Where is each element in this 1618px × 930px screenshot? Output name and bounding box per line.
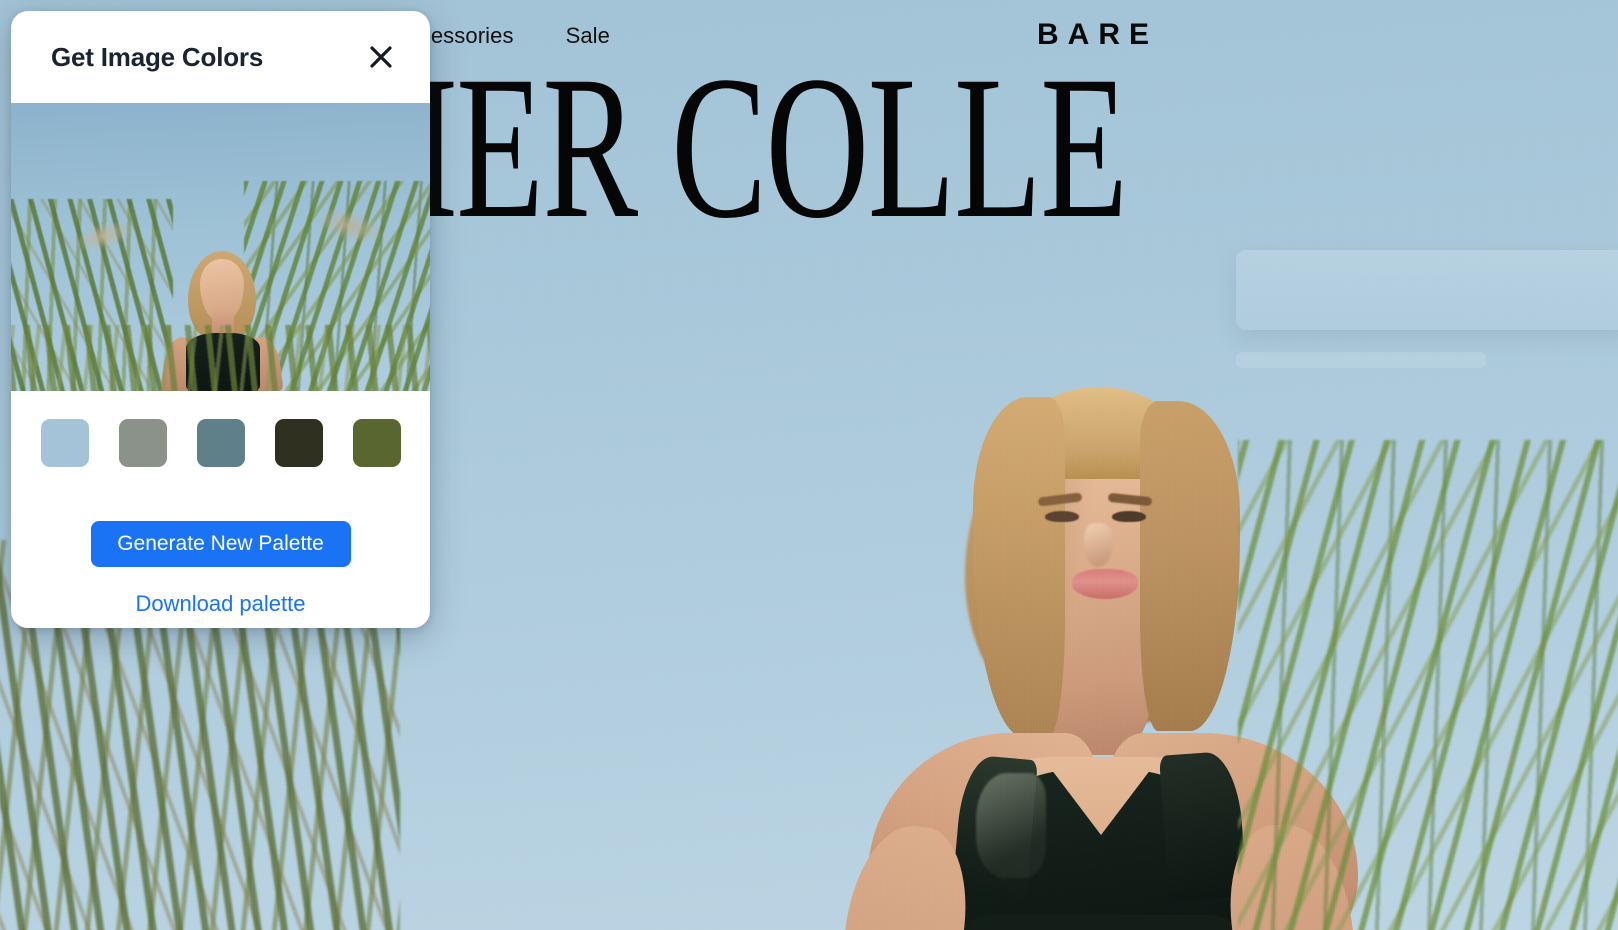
brand-logo[interactable]: BARE (1037, 18, 1158, 52)
model-torso (950, 915, 1250, 930)
thumbnail-foreground-reeds (11, 325, 430, 391)
model-eye-left (1045, 511, 1079, 522)
color-palette (40, 419, 401, 467)
panel-title: Get Image Colors (51, 41, 264, 72)
reeds-right (1218, 400, 1618, 930)
color-swatch-4[interactable] (274, 419, 323, 467)
generate-new-palette-button[interactable]: Generate New Palette (90, 521, 351, 567)
model-nose (1084, 523, 1112, 567)
source-image-thumbnail (11, 103, 430, 391)
model-hair-left (973, 397, 1065, 737)
model-swimsuit-highlight (976, 773, 1046, 878)
color-swatch-5[interactable] (352, 419, 401, 467)
model-eye-right (1112, 511, 1146, 522)
panel-header: Get Image Colors (11, 11, 430, 103)
color-swatch-1[interactable] (40, 419, 89, 467)
download-palette-link[interactable]: Download palette (135, 591, 305, 617)
model-lips (1072, 569, 1138, 599)
panel-body: Generate New Palette Download palette (11, 391, 430, 628)
color-swatch-2[interactable] (118, 419, 167, 467)
get-image-colors-panel: Get Image Colors Generate New Palette Do… (11, 11, 430, 628)
nav-item-sale[interactable]: Sale (566, 23, 610, 49)
close-icon[interactable] (364, 40, 398, 74)
color-swatch-3[interactable] (196, 419, 245, 467)
faded-overlay-bar (1236, 352, 1486, 368)
faded-overlay-panel (1236, 250, 1618, 330)
